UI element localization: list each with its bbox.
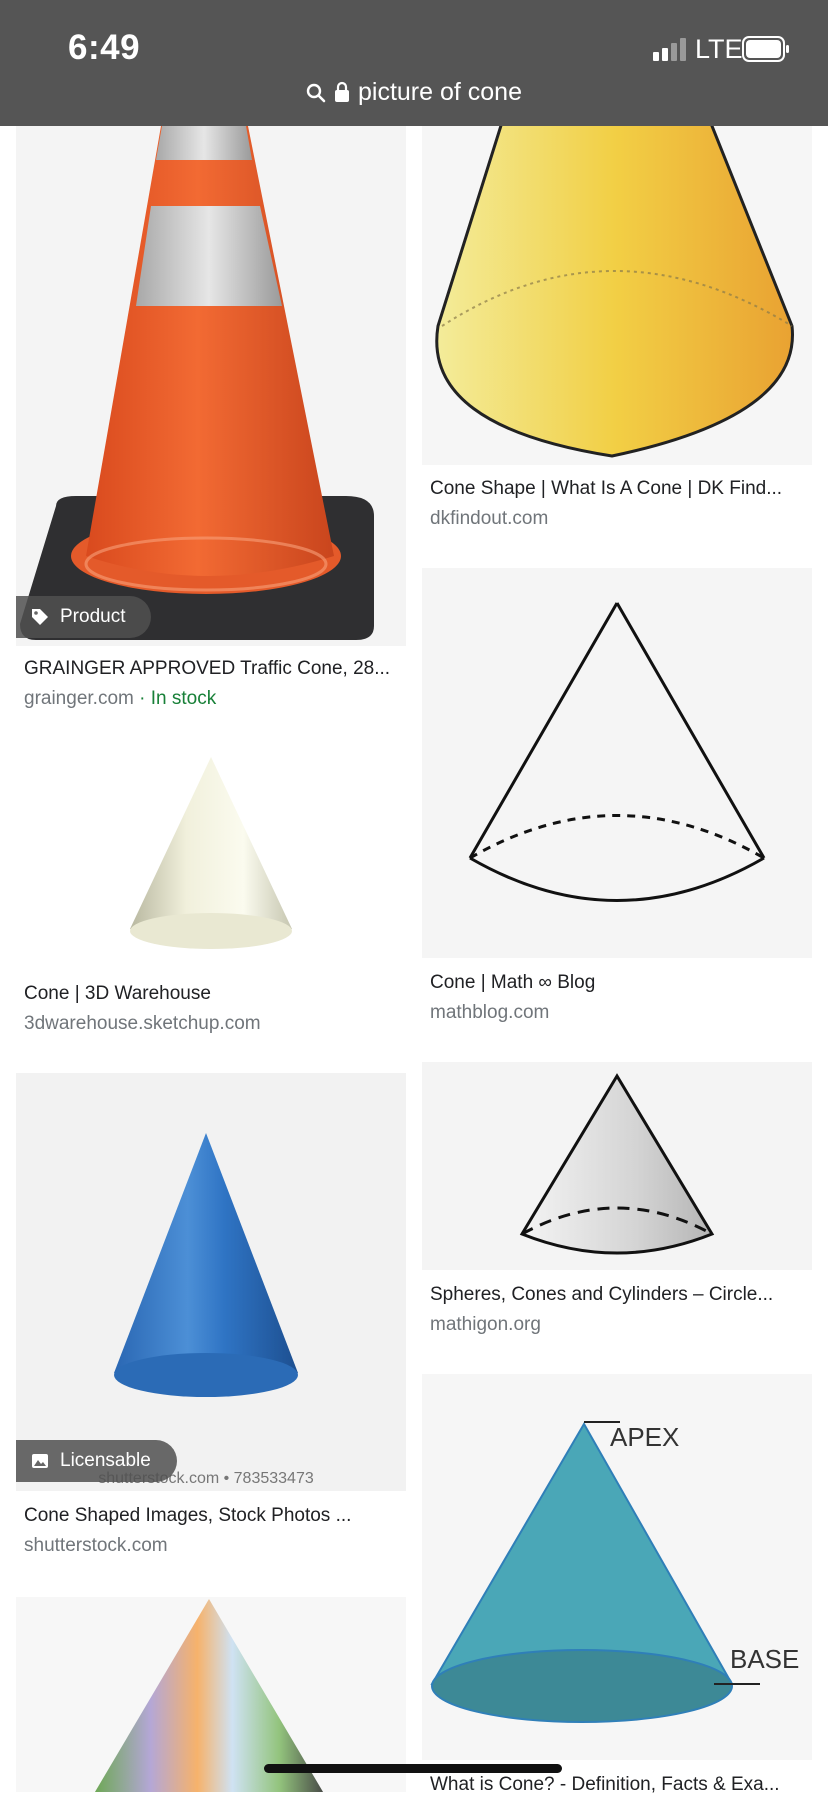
licensable-badge: Licensable (16, 1440, 177, 1482)
signal-icon (653, 38, 686, 61)
result-card-mathigon[interactable]: Spheres, Cones and Cylinders – Circle...… (422, 1062, 812, 1342)
result-card-traffic-cone[interactable]: Product GRAINGER APPROVED Traffic Cone, … (16, 126, 406, 726)
blue-cone-image: shutterstock.com • 783533473 (98, 1133, 314, 1487)
result-title[interactable]: Cone | Math ∞ Blog (430, 972, 805, 994)
lock-icon (335, 81, 349, 102)
result-source: dkfindout.com (430, 508, 549, 529)
status-bar: 6:49 LTE picture of cone (0, 0, 828, 126)
yellow-cone-image (435, 126, 794, 458)
address-bar[interactable]: picture of cone (0, 78, 828, 107)
tag-icon (32, 609, 48, 625)
result-image-traffic-cone[interactable]: Product (16, 126, 406, 646)
result-title[interactable]: Cone Shape | What Is A Cone | DK Find... (430, 478, 805, 500)
result-source: shutterstock.com (24, 1535, 168, 1556)
stock-status: · In stock (139, 688, 217, 709)
image-icon (32, 1454, 48, 1468)
status-time: 6:49 (68, 28, 141, 67)
result-card-mathblog[interactable]: Cone | Math ∞ Blog mathblog.com (422, 568, 812, 1028)
result-image-mathigon[interactable] (422, 1062, 812, 1270)
result-image-dkfindout[interactable] (422, 126, 812, 465)
result-title[interactable]: Cone | 3D Warehouse (24, 983, 399, 1005)
result-image-rainbow-cone[interactable] (16, 1597, 406, 1792)
result-image-3d-warehouse[interactable] (16, 751, 406, 969)
search-icon (306, 83, 326, 103)
result-source: mathblog.com (430, 1002, 550, 1023)
result-card-rainbow-cone[interactable] (16, 1597, 406, 1792)
result-card-3d-warehouse[interactable]: Cone | 3D Warehouse 3dwarehouse.sketchup… (16, 751, 406, 1041)
base-label: BASE (730, 1644, 799, 1674)
result-source: grainger.com · In stock (24, 688, 216, 710)
result-card-shutterstock[interactable]: shutterstock.com • 783533473 Licensable … (16, 1073, 406, 1573)
teal-cone-image: APEX BASE (430, 1421, 799, 1723)
home-indicator[interactable] (264, 1764, 562, 1773)
result-source-domain: grainger.com (24, 688, 134, 709)
battery-icon (742, 36, 789, 62)
result-image-mathblog[interactable] (422, 568, 812, 958)
grey-cone-image (519, 1073, 715, 1255)
result-title[interactable]: Spheres, Cones and Cylinders – Circle... (430, 1284, 805, 1306)
result-image-apex-base[interactable]: APEX BASE (422, 1374, 812, 1760)
badge-label: Product (60, 606, 126, 627)
traffic-cone-image (20, 126, 374, 640)
result-card-apex-base[interactable]: APEX BASE What is Cone? - Definition, Fa… (422, 1374, 812, 1795)
network-label: LTE (695, 34, 743, 64)
ivory-cone-image (130, 757, 292, 949)
result-source: mathigon.org (430, 1314, 541, 1335)
badge-label: Licensable (60, 1450, 151, 1471)
product-badge: Product (16, 596, 152, 638)
search-query: picture of cone (358, 78, 522, 106)
apex-label: APEX (610, 1422, 679, 1452)
result-title[interactable]: Cone Shaped Images, Stock Photos ... (24, 1505, 399, 1527)
result-title[interactable]: What is Cone? - Definition, Facts & Exa.… (430, 1774, 805, 1796)
rainbow-cone-image (94, 1599, 324, 1792)
result-card-dkfindout[interactable]: Cone Shape | What Is A Cone | DK Find...… (422, 126, 812, 536)
result-image-shutterstock[interactable]: shutterstock.com • 783533473 Licensable (16, 1073, 406, 1491)
line-cone-image (468, 602, 766, 902)
result-title[interactable]: GRAINGER APPROVED Traffic Cone, 28... (24, 658, 399, 680)
result-source: 3dwarehouse.sketchup.com (24, 1013, 261, 1034)
